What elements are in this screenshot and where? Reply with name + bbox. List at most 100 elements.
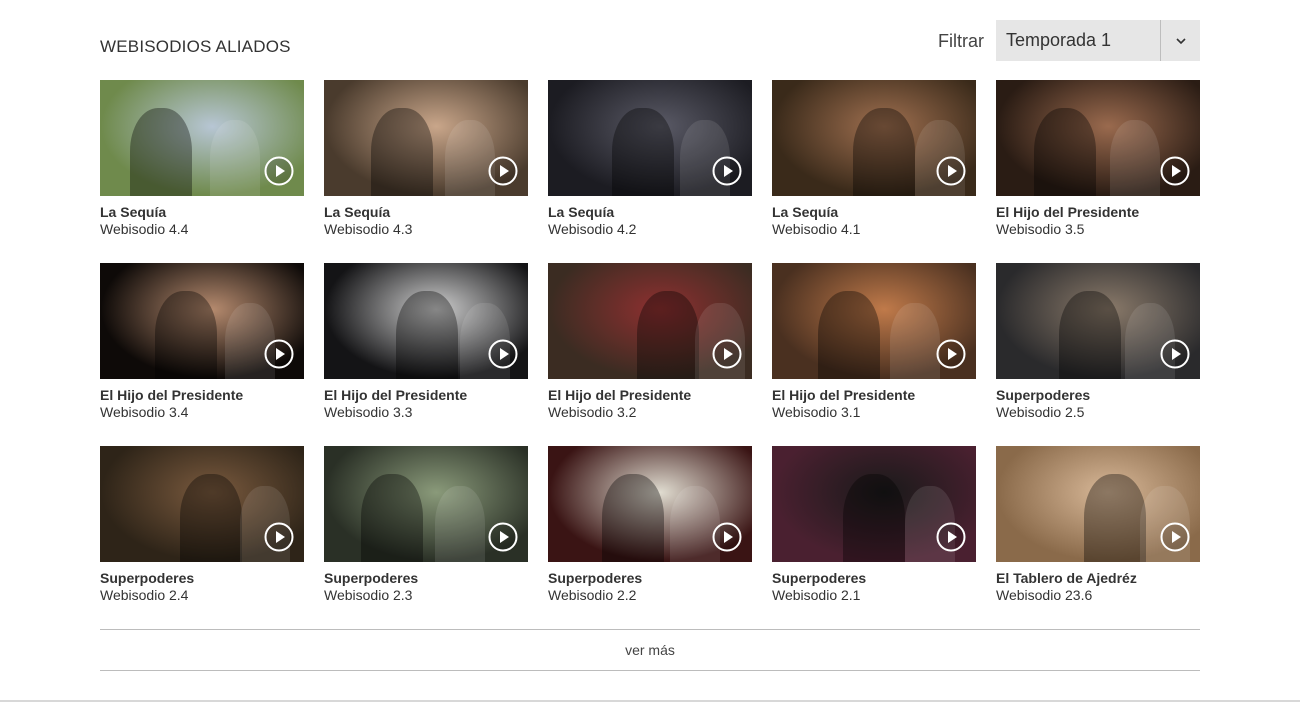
thumbnail-figure — [818, 291, 880, 379]
episode-subtitle: Webisodio 23.6 — [996, 587, 1093, 603]
play-circle-icon[interactable] — [264, 156, 294, 186]
episode-card[interactable]: La Sequía Webisodio 4.4 — [100, 80, 304, 246]
play-circle-icon[interactable] — [712, 339, 742, 369]
episode-title[interactable]: El Tablero de Ajedréz — [996, 570, 1200, 587]
episode-card[interactable]: El Hijo del Presidente Webisodio 3.1 — [772, 263, 976, 429]
episode-thumbnail[interactable] — [996, 263, 1200, 379]
episode-thumbnail[interactable] — [772, 80, 976, 196]
thumbnail-figure — [155, 291, 217, 379]
episode-thumbnail[interactable] — [772, 446, 976, 562]
thumbnail-figure — [371, 108, 433, 196]
season-filter-select[interactable]: Temporada 1 — [996, 20, 1200, 61]
see-more-link[interactable]: ver más — [100, 630, 1200, 670]
episode-subtitle: Webisodio 2.3 — [324, 587, 413, 603]
episode-title[interactable]: El Hijo del Presidente — [996, 204, 1200, 221]
episode-thumbnail[interactable] — [324, 80, 528, 196]
thumbnail-figure — [602, 474, 664, 562]
thumbnail-figure — [1059, 291, 1121, 379]
thumbnail-figure — [435, 486, 485, 562]
play-circle-icon[interactable] — [1160, 522, 1190, 552]
episode-grid: La Sequía Webisodio 4.4 La Sequía Webisodio… — [100, 80, 1200, 612]
episode-title[interactable]: El Hijo del Presidente — [324, 387, 528, 404]
thumbnail-figure — [853, 108, 915, 196]
episode-title[interactable]: Superpoderes — [772, 570, 976, 587]
episode-card[interactable]: La Sequía Webisodio 4.2 — [548, 80, 752, 246]
episode-thumbnail[interactable] — [324, 263, 528, 379]
dropdown-toggle[interactable] — [1160, 20, 1200, 61]
play-circle-icon[interactable] — [936, 339, 966, 369]
episode-thumbnail[interactable] — [548, 263, 752, 379]
play-circle-icon[interactable] — [1160, 156, 1190, 186]
thumbnail-figure — [637, 291, 699, 379]
episode-thumbnail[interactable] — [548, 80, 752, 196]
episode-title[interactable]: La Sequía — [548, 204, 752, 221]
season-filter-value: Temporada 1 — [1006, 30, 1112, 50]
episode-thumbnail[interactable] — [100, 263, 304, 379]
episode-subtitle: Webisodio 3.5 — [996, 221, 1085, 237]
play-circle-icon[interactable] — [936, 156, 966, 186]
thumbnail-figure — [1110, 120, 1160, 196]
divider-bottom — [100, 670, 1200, 671]
play-circle-icon[interactable] — [264, 522, 294, 552]
play-circle-icon[interactable] — [488, 339, 518, 369]
thumbnail-figure — [1034, 108, 1096, 196]
episode-subtitle: Webisodio 3.2 — [548, 404, 637, 420]
episode-card[interactable]: Superpoderes Webisodio 2.4 — [100, 446, 304, 612]
episode-title[interactable]: Superpoderes — [548, 570, 752, 587]
chevron-down-icon — [1175, 37, 1186, 44]
play-circle-icon[interactable] — [264, 339, 294, 369]
thumbnail-figure — [890, 303, 940, 379]
thumbnail-figure — [396, 291, 458, 379]
episode-title[interactable]: La Sequía — [324, 204, 528, 221]
episode-card[interactable]: El Hijo del Presidente Webisodio 3.5 — [996, 80, 1200, 246]
episode-thumbnail[interactable] — [996, 446, 1200, 562]
play-circle-icon[interactable] — [1160, 339, 1190, 369]
episode-thumbnail[interactable] — [996, 80, 1200, 196]
episode-title[interactable]: La Sequía — [772, 204, 976, 221]
episode-card[interactable]: El Hijo del Presidente Webisodio 3.2 — [548, 263, 752, 429]
play-circle-icon[interactable] — [712, 156, 742, 186]
episode-card[interactable]: El Hijo del Presidente Webisodio 3.4 — [100, 263, 304, 429]
episode-thumbnail[interactable] — [100, 80, 304, 196]
episode-card[interactable]: La Sequía Webisodio 4.3 — [324, 80, 528, 246]
episode-subtitle: Webisodio 3.3 — [324, 404, 413, 420]
episode-subtitle: Webisodio 2.4 — [100, 587, 189, 603]
episode-subtitle: Webisodio 3.1 — [772, 404, 861, 420]
episode-title[interactable]: El Hijo del Presidente — [772, 387, 976, 404]
episode-subtitle: Webisodio 4.2 — [548, 221, 637, 237]
episode-title[interactable]: Superpoderes — [996, 387, 1200, 404]
thumbnail-figure — [843, 474, 905, 562]
episode-title[interactable]: Superpoderes — [100, 570, 304, 587]
thumbnail-figure — [130, 108, 192, 196]
episode-title[interactable]: El Hijo del Presidente — [548, 387, 752, 404]
episode-title[interactable]: La Sequía — [100, 204, 304, 221]
thumbnail-figure — [612, 108, 674, 196]
episode-card[interactable]: Superpoderes Webisodio 2.3 — [324, 446, 528, 612]
episode-subtitle: Webisodio 4.1 — [772, 221, 861, 237]
episode-subtitle: Webisodio 2.5 — [996, 404, 1085, 420]
play-circle-icon[interactable] — [712, 522, 742, 552]
play-circle-icon[interactable] — [936, 522, 966, 552]
filter-label: Filtrar — [938, 31, 984, 51]
episode-subtitle: Webisodio 4.4 — [100, 221, 189, 237]
section-title: WEBISODIOS ALIADOS — [100, 37, 291, 56]
episode-thumbnail[interactable] — [772, 263, 976, 379]
episode-card[interactable]: El Hijo del Presidente Webisodio 3.3 — [324, 263, 528, 429]
episode-thumbnail[interactable] — [324, 446, 528, 562]
play-circle-icon[interactable] — [488, 156, 518, 186]
thumbnail-figure — [361, 474, 423, 562]
episode-thumbnail[interactable] — [548, 446, 752, 562]
episode-subtitle: Webisodio 2.2 — [548, 587, 637, 603]
thumbnail-figure — [180, 474, 242, 562]
episode-title[interactable]: El Hijo del Presidente — [100, 387, 304, 404]
thumbnail-figure — [1084, 474, 1146, 562]
episode-card[interactable]: Superpoderes Webisodio 2.1 — [772, 446, 976, 612]
episode-card[interactable]: La Sequía Webisodio 4.1 — [772, 80, 976, 246]
episode-title[interactable]: Superpoderes — [324, 570, 528, 587]
episode-subtitle: Webisodio 4.3 — [324, 221, 413, 237]
episode-card[interactable]: Superpoderes Webisodio 2.2 — [548, 446, 752, 612]
episode-thumbnail[interactable] — [100, 446, 304, 562]
episode-card[interactable]: Superpoderes Webisodio 2.5 — [996, 263, 1200, 429]
episode-card[interactable]: El Tablero de Ajedréz Webisodio 23.6 — [996, 446, 1200, 612]
play-circle-icon[interactable] — [488, 522, 518, 552]
